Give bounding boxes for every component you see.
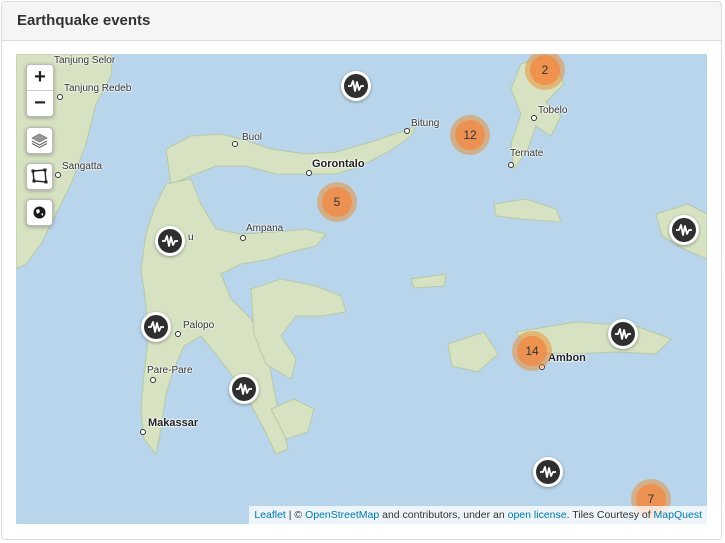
- city-label: Ampana: [246, 223, 284, 234]
- attribution-text: and contributors, under an: [379, 509, 508, 521]
- earthquake-marker[interactable]: [341, 71, 371, 101]
- license-link[interactable]: open license: [508, 509, 567, 521]
- zoom-control: + −: [26, 64, 54, 117]
- seismograph-icon: [348, 80, 364, 92]
- polygon-draw-icon: [31, 168, 48, 184]
- mapquest-link[interactable]: MapQuest: [654, 509, 702, 521]
- panel-title: Earthquake events: [17, 12, 151, 29]
- city-dot: [404, 128, 410, 134]
- attribution-sep: | ©: [285, 509, 306, 521]
- cluster-count: 12: [455, 120, 485, 150]
- cluster-count: 14: [517, 336, 547, 366]
- city-label: Tanjung Selor: [54, 55, 116, 66]
- city-dot: [508, 162, 514, 168]
- city-label: Buol: [242, 132, 263, 143]
- earthquake-marker[interactable]: [141, 312, 171, 342]
- leaflet-link[interactable]: Leaflet: [254, 509, 286, 521]
- attribution-tiles-text: . Tiles Courtesy of: [566, 509, 654, 521]
- seismograph-icon: [676, 224, 692, 236]
- seismograph-icon: [615, 328, 631, 340]
- panel-header: Earthquake events: [2, 2, 721, 41]
- globe-icon: [33, 206, 46, 219]
- city-dot: [240, 235, 246, 241]
- seismograph-icon: [236, 383, 252, 395]
- city-label: Bitung: [411, 118, 440, 129]
- city-label: Pare-Pare: [147, 365, 193, 376]
- cluster-marker[interactable]: 12: [450, 115, 490, 155]
- city-dot: [55, 172, 61, 178]
- city-dot: [175, 331, 181, 337]
- draw-polygon-button[interactable]: [26, 163, 53, 190]
- map-basemap: [16, 54, 707, 524]
- earthquake-marker[interactable]: [608, 319, 638, 349]
- city-label: u: [188, 232, 194, 243]
- zoom-in-button[interactable]: +: [27, 65, 53, 90]
- cluster-count: 2: [530, 55, 560, 85]
- layers-button[interactable]: [26, 127, 53, 154]
- seismograph-icon: [162, 235, 178, 247]
- city-label: Tobelo: [538, 105, 568, 116]
- city-label: Sangatta: [62, 161, 103, 172]
- cluster-marker[interactable]: 5: [317, 182, 357, 222]
- city-label: Palopo: [183, 320, 215, 331]
- city-dot: [140, 429, 146, 435]
- earthquake-marker[interactable]: [155, 226, 185, 256]
- layers-icon: [31, 133, 48, 149]
- cluster-count: 5: [322, 187, 352, 217]
- zoom-out-button[interactable]: −: [27, 90, 53, 116]
- locate-button[interactable]: [26, 199, 53, 226]
- map-attribution: Leaflet | © OpenStreetMap and contributo…: [249, 506, 707, 524]
- city-label: Tanjung Redeb: [64, 83, 132, 94]
- seismograph-icon: [540, 466, 556, 478]
- city-label: Makassar: [148, 417, 199, 429]
- seismograph-icon: [148, 321, 164, 333]
- city-label: Ternate: [510, 148, 544, 159]
- cluster-marker[interactable]: 14: [512, 331, 552, 371]
- osm-link[interactable]: OpenStreetMap: [305, 509, 379, 521]
- city-label: Ambon: [548, 352, 586, 364]
- earthquake-marker[interactable]: [229, 374, 259, 404]
- earthquake-marker[interactable]: [669, 215, 699, 245]
- city-dot: [531, 115, 537, 121]
- map-canvas[interactable]: + − Tanjung Selor Tanjung Redeb Sangatta…: [16, 54, 707, 524]
- city-dot: [232, 141, 238, 147]
- city-dot: [57, 94, 63, 100]
- city-label: Gorontalo: [312, 158, 365, 170]
- city-dot: [306, 170, 312, 176]
- earthquake-marker[interactable]: [533, 457, 563, 487]
- city-dot: [150, 377, 156, 383]
